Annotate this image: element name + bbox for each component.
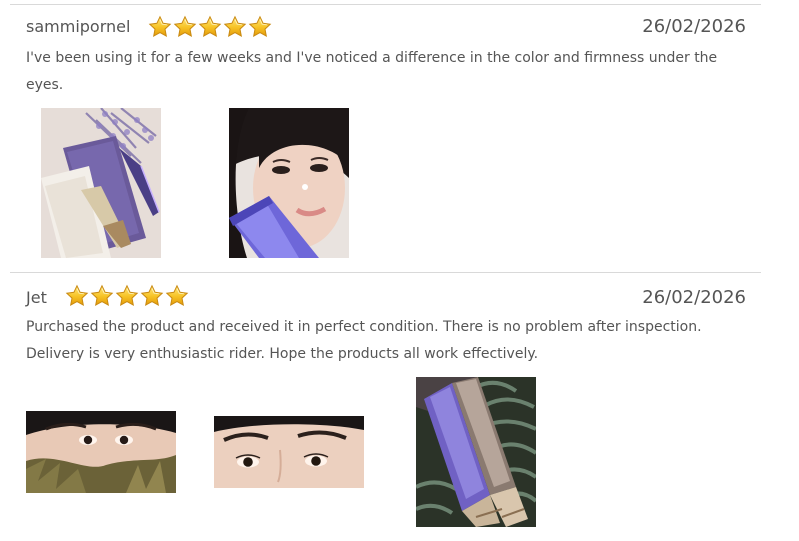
review-author: Jet [26,288,47,307]
selfie-with-tube-photo[interactable] [229,108,349,258]
review-item: sammipornel 26/02/2026 I've been using i… [0,0,799,270]
star-icon [140,284,164,308]
star-icon [198,15,222,39]
star-icon [223,15,247,39]
review-item: Jet 26/02/2026 Purchased the product and… [0,273,799,541]
eyes-closeup-photo-1[interactable] [26,411,176,493]
star-icon [165,284,189,308]
product-flatlay-photo[interactable] [41,108,161,258]
star-icon [148,15,172,39]
star-icon [173,15,197,39]
review-date: 26/02/2026 [642,287,746,308]
review-text: I've been using it for a few weeks and I… [26,50,718,93]
review-author: sammipornel [26,17,131,36]
rating-stars [65,284,189,308]
product-tubes-photo[interactable] [416,377,536,527]
star-icon [115,284,139,308]
star-icon [90,284,114,308]
star-icon [248,15,272,39]
eyes-closeup-photo-2[interactable] [214,416,364,488]
review-text: Purchased the product and received it in… [26,319,702,362]
star-icon [65,284,89,308]
review-date: 26/02/2026 [642,16,746,37]
rating-stars [148,15,272,39]
